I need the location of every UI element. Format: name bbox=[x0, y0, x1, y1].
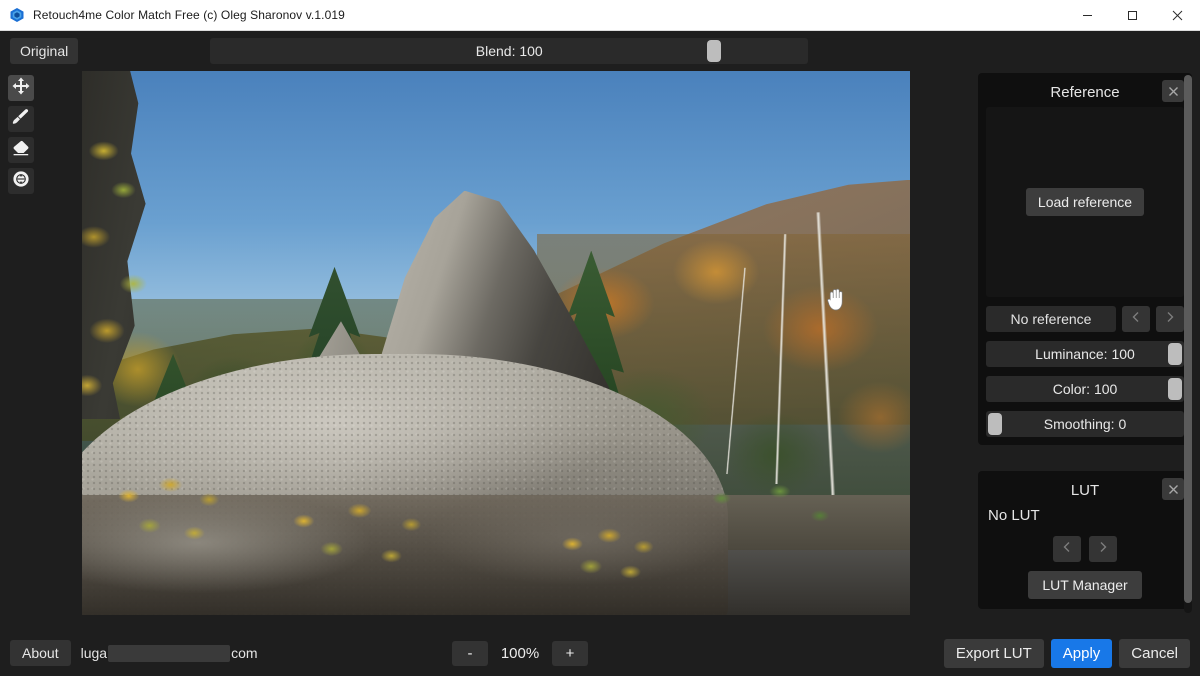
reference-panel-title: Reference bbox=[1050, 83, 1120, 101]
maximize-icon[interactable] bbox=[1110, 0, 1155, 30]
move-tool[interactable] bbox=[8, 75, 34, 101]
reference-prev-button[interactable] bbox=[1122, 306, 1150, 332]
photo-layers bbox=[82, 71, 910, 615]
account-email-prefix: luga bbox=[80, 645, 108, 661]
autumn-shrub bbox=[264, 495, 463, 583]
main-body: Reference Load reference No reference Lu… bbox=[0, 71, 1200, 630]
chevron-left-icon bbox=[1062, 540, 1072, 558]
lut-panel: LUT No LUT LUT Manager bbox=[978, 471, 1192, 609]
load-reference-button[interactable]: Load reference bbox=[1025, 188, 1145, 216]
smoothing-slider[interactable]: Smoothing: 0 bbox=[986, 411, 1184, 437]
smoothing-slider-label: Smoothing: 0 bbox=[1043, 416, 1127, 432]
cancel-button[interactable]: Cancel bbox=[1119, 638, 1190, 668]
color-slider-label: Color: 100 bbox=[1052, 381, 1118, 397]
blend-slider-handle[interactable] bbox=[707, 40, 722, 62]
color-slider-handle[interactable] bbox=[1168, 378, 1182, 400]
right-panel: Reference Load reference No reference Lu… bbox=[968, 71, 1200, 630]
title-bar-left: Retouch4me Color Match Free (c) Oleg Sha… bbox=[0, 7, 1065, 23]
original-button[interactable]: Original bbox=[10, 38, 79, 64]
color-slider[interactable]: Color: 100 bbox=[986, 376, 1184, 402]
luminance-slider-handle[interactable] bbox=[1168, 343, 1182, 365]
reference-panel: Reference Load reference No reference Lu… bbox=[978, 73, 1192, 445]
smoothing-slider-handle[interactable] bbox=[988, 413, 1002, 435]
right-panel-scrollbar[interactable] bbox=[1184, 75, 1192, 613]
chevron-right-icon bbox=[1098, 540, 1108, 558]
image-canvas[interactable] bbox=[42, 71, 968, 630]
blend-slider[interactable]: Blend: 100 bbox=[210, 38, 809, 64]
bottom-bar: About luga com - 100% + Export LUT Apply… bbox=[0, 630, 1200, 676]
retouch4me-hex-logo-icon bbox=[9, 7, 25, 23]
compare-circle-icon bbox=[12, 170, 30, 193]
lut-nav-row bbox=[986, 536, 1184, 562]
reference-close-icon[interactable] bbox=[1162, 80, 1184, 102]
chevron-left-icon bbox=[1131, 310, 1141, 328]
lut-close-icon[interactable] bbox=[1162, 478, 1184, 500]
reference-name-label: No reference bbox=[986, 306, 1116, 332]
reference-dropzone[interactable]: Load reference bbox=[986, 107, 1184, 297]
application-window: Retouch4me Color Match Free (c) Oleg Sha… bbox=[0, 0, 1200, 676]
brush-icon bbox=[12, 108, 30, 131]
minimize-icon[interactable] bbox=[1065, 0, 1110, 30]
zoom-in-button[interactable]: + bbox=[552, 640, 588, 666]
zoom-controls: - 100% + bbox=[452, 640, 588, 666]
autumn-shrub bbox=[98, 468, 248, 561]
window-title: Retouch4me Color Match Free (c) Oleg Sha… bbox=[33, 8, 345, 22]
scrollbar-thumb[interactable] bbox=[1184, 75, 1192, 603]
photo-preview[interactable] bbox=[82, 71, 910, 615]
reference-next-button[interactable] bbox=[1156, 306, 1184, 332]
tool-rail bbox=[0, 71, 42, 630]
export-lut-button[interactable]: Export LUT bbox=[943, 638, 1044, 668]
luminance-slider[interactable]: Luminance: 100 bbox=[986, 341, 1184, 367]
apply-button[interactable]: Apply bbox=[1050, 638, 1113, 668]
eraser-icon bbox=[12, 139, 30, 162]
top-toolbar: Original Blend: 100 bbox=[0, 31, 1200, 71]
account-email-suffix: com bbox=[231, 645, 258, 661]
account-email-redaction bbox=[108, 644, 231, 662]
title-bar: Retouch4me Color Match Free (c) Oleg Sha… bbox=[0, 0, 1200, 31]
luminance-slider-label: Luminance: 100 bbox=[1035, 346, 1135, 362]
reference-nav-row: No reference bbox=[986, 306, 1184, 332]
lut-prev-button[interactable] bbox=[1053, 536, 1081, 562]
action-buttons: Export LUT Apply Cancel bbox=[943, 638, 1190, 668]
blend-slider-label: Blend: 100 bbox=[475, 43, 543, 59]
chevron-right-icon bbox=[1165, 310, 1175, 328]
zoom-out-button[interactable]: - bbox=[452, 640, 488, 666]
about-button[interactable]: About bbox=[10, 640, 71, 666]
lut-panel-title: LUT bbox=[1070, 481, 1100, 499]
lut-panel-header: LUT bbox=[986, 477, 1184, 503]
compare-tool[interactable] bbox=[8, 168, 34, 194]
account-email: luga com bbox=[80, 644, 258, 662]
move-arrows-icon bbox=[12, 77, 30, 100]
lut-name-label: No LUT bbox=[988, 507, 1040, 524]
autumn-shrub bbox=[545, 522, 679, 594]
lut-next-button[interactable] bbox=[1089, 536, 1117, 562]
zoom-level-label: 100% bbox=[500, 644, 540, 662]
lut-manager-row: LUT Manager bbox=[986, 571, 1184, 599]
brush-tool[interactable] bbox=[8, 106, 34, 132]
reference-panel-header: Reference bbox=[986, 79, 1184, 105]
green-shrub bbox=[678, 473, 861, 561]
eraser-tool[interactable] bbox=[8, 137, 34, 163]
close-icon[interactable] bbox=[1155, 0, 1200, 30]
window-controls bbox=[1065, 0, 1200, 30]
lut-manager-button[interactable]: LUT Manager bbox=[1028, 571, 1142, 599]
